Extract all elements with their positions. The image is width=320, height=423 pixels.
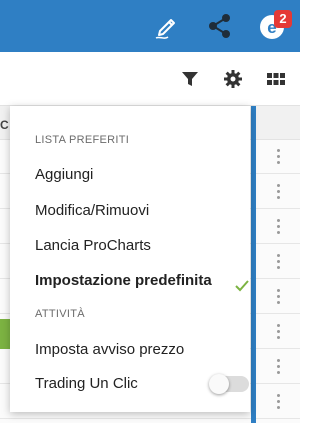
menu-item-default-setting-label: Impostazione predefinita [35, 272, 212, 289]
more-options-icon[interactable] [277, 219, 281, 235]
pencil-icon[interactable] [152, 11, 182, 41]
options-menu: LISTA PREFERITI Aggiungi Modifica/Rimuov… [10, 106, 250, 412]
more-options-icon[interactable] [277, 359, 281, 375]
table-header-text: C [0, 118, 9, 132]
section-label-watchlist: LISTA PREFERITI [35, 134, 130, 146]
menu-item-add[interactable]: Aggiungi [35, 158, 240, 192]
row-highlight-bar [0, 319, 10, 349]
more-options-icon[interactable] [277, 149, 281, 165]
filter-icon[interactable] [179, 68, 201, 90]
panel-accent-bar [251, 106, 256, 423]
menu-item-one-click-trading-label: Trading Un Clic [35, 375, 138, 392]
gear-icon[interactable] [222, 68, 244, 90]
menu-item-edit-remove[interactable]: Modifica/Rimuovi [35, 194, 240, 228]
menu-item-price-alert[interactable]: Imposta avviso prezzo [35, 333, 240, 367]
more-options-icon[interactable] [277, 394, 281, 410]
one-click-trading-toggle[interactable] [209, 374, 249, 394]
menu-item-launch-procharts[interactable]: Lancia ProCharts [35, 229, 240, 263]
toolbar [0, 52, 300, 106]
menu-item-one-click-trading[interactable]: Trading Un Clic [35, 367, 249, 401]
more-options-icon[interactable] [277, 324, 281, 340]
share-icon[interactable] [205, 11, 235, 41]
more-options-icon[interactable] [277, 254, 281, 270]
notification-badge: 2 [274, 10, 292, 28]
menu-item-default-setting[interactable]: Impostazione predefinita [35, 264, 249, 298]
grid-icon[interactable] [265, 68, 287, 90]
toggle-knob [209, 374, 229, 394]
more-options-icon[interactable] [277, 184, 281, 200]
section-label-activity: ATTIVITÀ [35, 308, 85, 320]
app-screen: e 2 C LISTA PREFERITI Aggiungi Modifica/… [0, 0, 300, 423]
top-app-bar: e 2 [0, 0, 300, 52]
more-options-icon[interactable] [277, 289, 281, 305]
check-icon [234, 273, 250, 292]
